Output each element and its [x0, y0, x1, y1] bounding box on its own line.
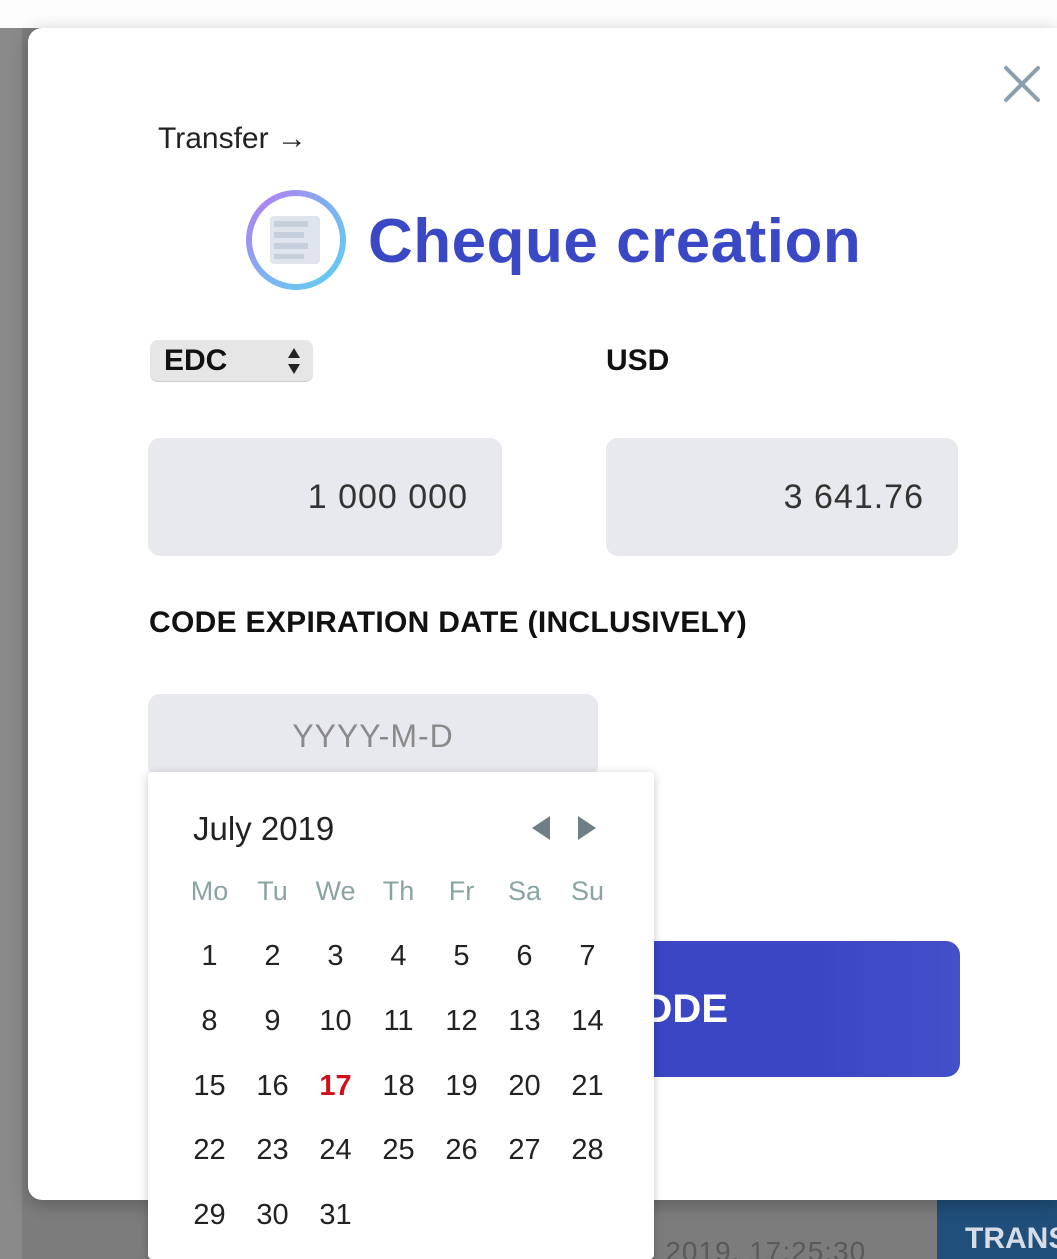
currency-select-value: EDC: [164, 344, 228, 377]
calendar-week-row: 15 16 17 18 19 20 21: [178, 1070, 650, 1103]
create-code-button[interactable]: DDE: [600, 941, 960, 1077]
page-title: Cheque creation: [368, 207, 862, 276]
edc-logo-icon: [246, 190, 346, 290]
calendar-day[interactable]: 7: [556, 940, 619, 973]
calendar-day: [493, 1199, 556, 1232]
calendar-week-row: 1 2 3 4 5 6 7: [178, 940, 650, 973]
calendar-day: [430, 1199, 493, 1232]
calendar-day[interactable]: 4: [367, 940, 430, 973]
calendar-day[interactable]: 30: [241, 1199, 304, 1232]
calendar-day[interactable]: 18: [367, 1070, 430, 1103]
expiration-date-label: CODE EXPIRATION DATE (INCLUSIVELY): [149, 606, 748, 639]
calendar-day[interactable]: 12: [430, 1005, 493, 1038]
weekday-label: Sa: [507, 876, 542, 906]
calendar-day[interactable]: 29: [178, 1199, 241, 1232]
backdrop-top-strip: [0, 0, 1057, 28]
select-arrows-icon: [288, 348, 300, 374]
calendar-day[interactable]: 5: [430, 940, 493, 973]
calendar-day[interactable]: 11: [367, 1005, 430, 1038]
calendar-day: [367, 1199, 430, 1232]
breadcrumb[interactable]: Transfer →: [158, 122, 307, 156]
weekday-label: Mo: [190, 876, 229, 906]
calendar-day[interactable]: 23: [241, 1134, 304, 1167]
create-code-button-label: DDE: [643, 987, 728, 1031]
weekday-label: Su: [570, 876, 605, 906]
calendar-day[interactable]: 14: [556, 1005, 619, 1038]
calendar-day[interactable]: 8: [178, 1005, 241, 1038]
prev-month-icon[interactable]: [530, 814, 552, 842]
calendar-month-label: July 2019: [193, 810, 335, 847]
calendar-day[interactable]: 22: [178, 1134, 241, 1167]
background-transfer-button[interactable]: TRANS: [937, 1200, 1057, 1259]
usd-amount-input[interactable]: 3 641.76: [606, 438, 958, 556]
calendar-day[interactable]: 3: [304, 940, 367, 973]
calendar-day[interactable]: 20: [493, 1070, 556, 1103]
calendar-week-row: 8 9 10 11 12 13 14: [178, 1005, 650, 1038]
weekday-label: Th: [382, 876, 415, 906]
calendar-day: [556, 1199, 619, 1232]
calendar-day[interactable]: 9: [241, 1005, 304, 1038]
calendar-day[interactable]: 10: [304, 1005, 367, 1038]
currency-select[interactable]: EDC: [150, 340, 313, 382]
calendar-day[interactable]: 26: [430, 1134, 493, 1167]
calendar-week-row: 29 30 31: [178, 1199, 650, 1232]
calendar-day[interactable]: 13: [493, 1005, 556, 1038]
weekday-label: We: [315, 876, 356, 906]
calendar-day[interactable]: 16: [241, 1070, 304, 1103]
backdrop-left-strip: [0, 0, 22, 1259]
date-picker-popup: July 2019 Mo Tu We Th Fr Sa Su 1 2 3 4 5…: [148, 772, 654, 1259]
calendar-day[interactable]: 6: [493, 940, 556, 973]
calendar-day[interactable]: 24: [304, 1134, 367, 1167]
next-month-icon[interactable]: [576, 814, 598, 842]
usd-label: USD: [606, 344, 670, 377]
expiration-date-input[interactable]: YYYY-M-D: [148, 694, 598, 778]
weekday-label: Fr: [448, 876, 475, 906]
close-icon[interactable]: [1000, 62, 1044, 106]
calendar-day[interactable]: 27: [493, 1134, 556, 1167]
calendar-day[interactable]: 28: [556, 1134, 619, 1167]
calendar-day[interactable]: 15: [178, 1070, 241, 1103]
calendar-day[interactable]: 21: [556, 1070, 619, 1103]
calendar-weekday-row: Mo Tu We Th Fr Sa Su: [178, 876, 650, 907]
calendar-day[interactable]: 25: [367, 1134, 430, 1167]
calendar-week-row: 22 23 24 25 26 27 28: [178, 1134, 650, 1167]
edc-amount-input[interactable]: 1 000 000: [148, 438, 502, 556]
background-timestamp: 6 2019, 17:25:30: [640, 1236, 867, 1259]
calendar-day-today[interactable]: 17: [304, 1070, 367, 1103]
weekday-label: Tu: [257, 876, 288, 906]
calendar-day[interactable]: 2: [241, 940, 304, 973]
calendar-day[interactable]: 31: [304, 1199, 367, 1232]
calendar-day[interactable]: 1: [178, 940, 241, 973]
calendar-day[interactable]: 19: [430, 1070, 493, 1103]
